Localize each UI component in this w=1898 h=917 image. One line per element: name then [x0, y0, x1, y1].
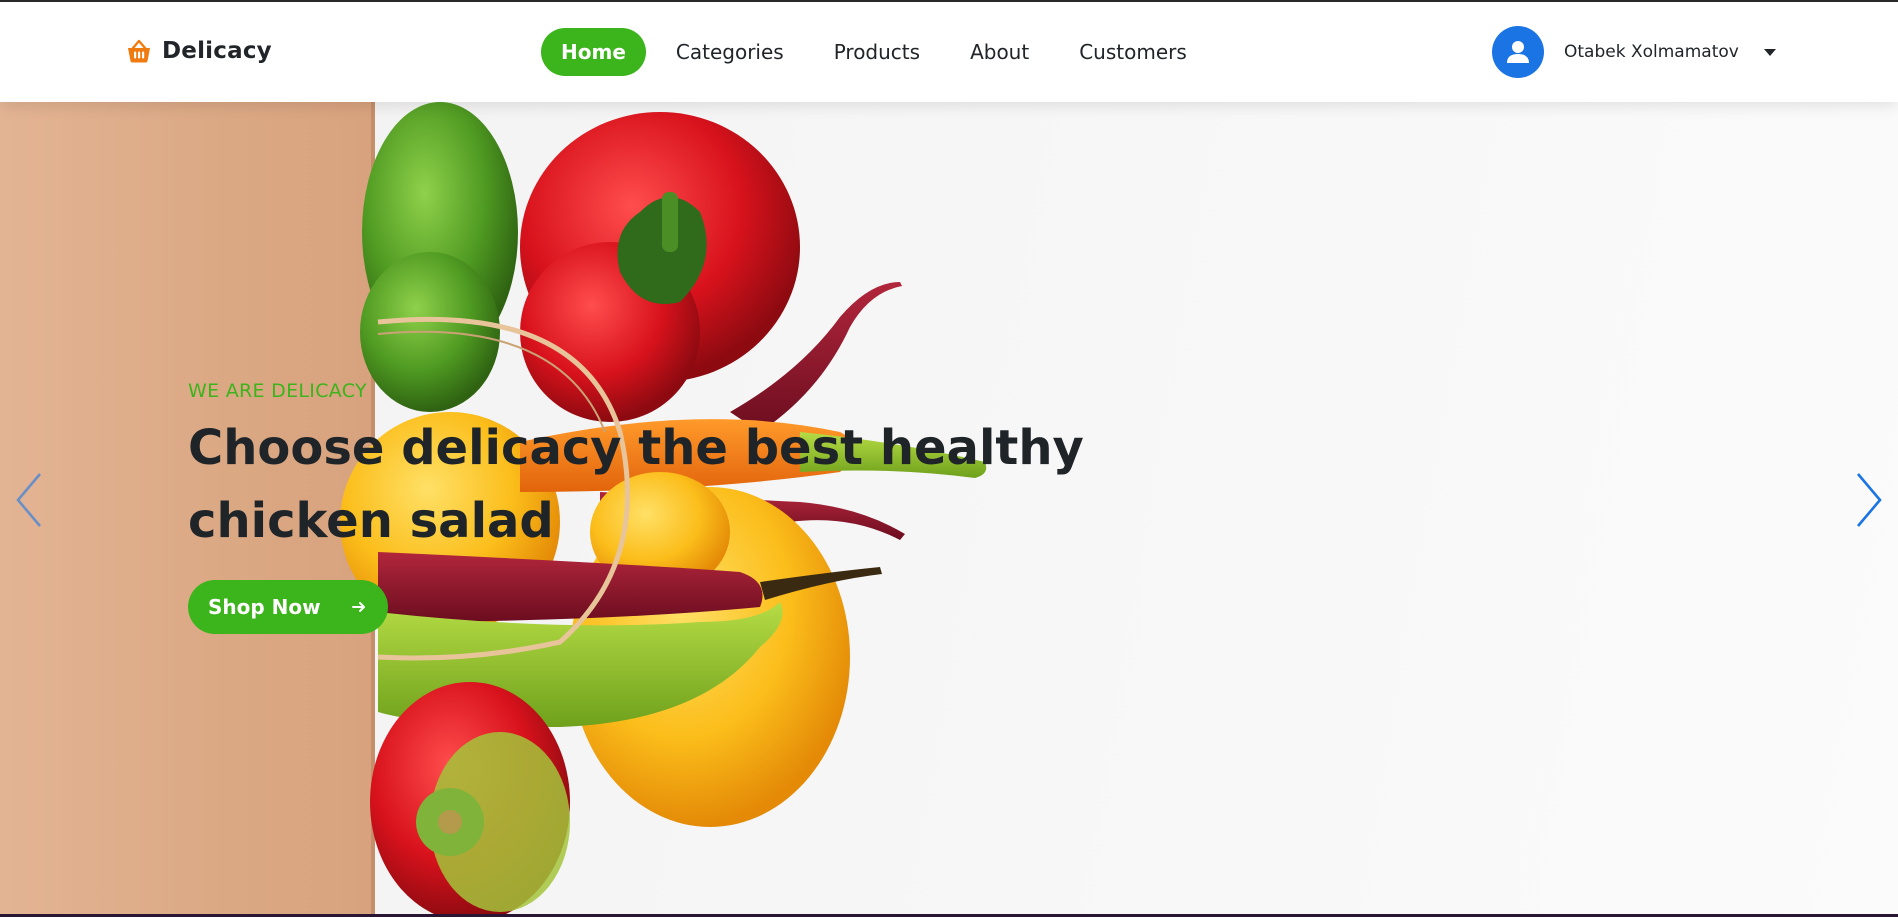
avatar[interactable] — [1492, 26, 1544, 78]
nav-products[interactable]: Products — [814, 28, 940, 76]
user-menu[interactable]: Otabek Xolmamatov — [1492, 26, 1777, 78]
brand-name: Delicacy — [162, 38, 272, 64]
user-name: Otabek Xolmamatov — [1564, 42, 1739, 62]
main-nav: Home Categories Products About Customers — [541, 28, 1207, 76]
chevron-right-icon[interactable] — [1852, 470, 1886, 530]
hero-content: WE ARE DELICACY Choose delicacy the best… — [188, 380, 1088, 634]
hero-headline-line1: Choose delicacy the best healthy — [188, 420, 1084, 476]
chevron-left-icon[interactable] — [12, 470, 46, 530]
nav-home[interactable]: Home — [541, 28, 646, 76]
hero-carousel: WE ARE DELICACY Choose delicacy the best… — [0, 102, 1898, 914]
hero-headline-line2: chicken salad — [188, 493, 554, 549]
nav-customers[interactable]: Customers — [1059, 28, 1207, 76]
hero-headline: Choose delicacy the best healthy chicken… — [188, 412, 1088, 558]
page: Delicacy Home Categories Products About … — [0, 0, 1898, 914]
hero-eyebrow: WE ARE DELICACY — [188, 380, 367, 402]
user-icon — [1507, 41, 1529, 63]
nav-about[interactable]: About — [950, 28, 1049, 76]
caret-down-icon[interactable] — [1763, 47, 1777, 57]
shop-now-label: Shop Now — [208, 595, 321, 619]
shop-now-button[interactable]: Shop Now — [188, 580, 388, 634]
navbar: Delicacy Home Categories Products About … — [0, 2, 1898, 102]
basket-icon — [128, 39, 150, 63]
nav-categories[interactable]: Categories — [656, 28, 804, 76]
arrow-right-icon — [352, 602, 365, 612]
brand-link[interactable]: Delicacy — [126, 38, 272, 64]
